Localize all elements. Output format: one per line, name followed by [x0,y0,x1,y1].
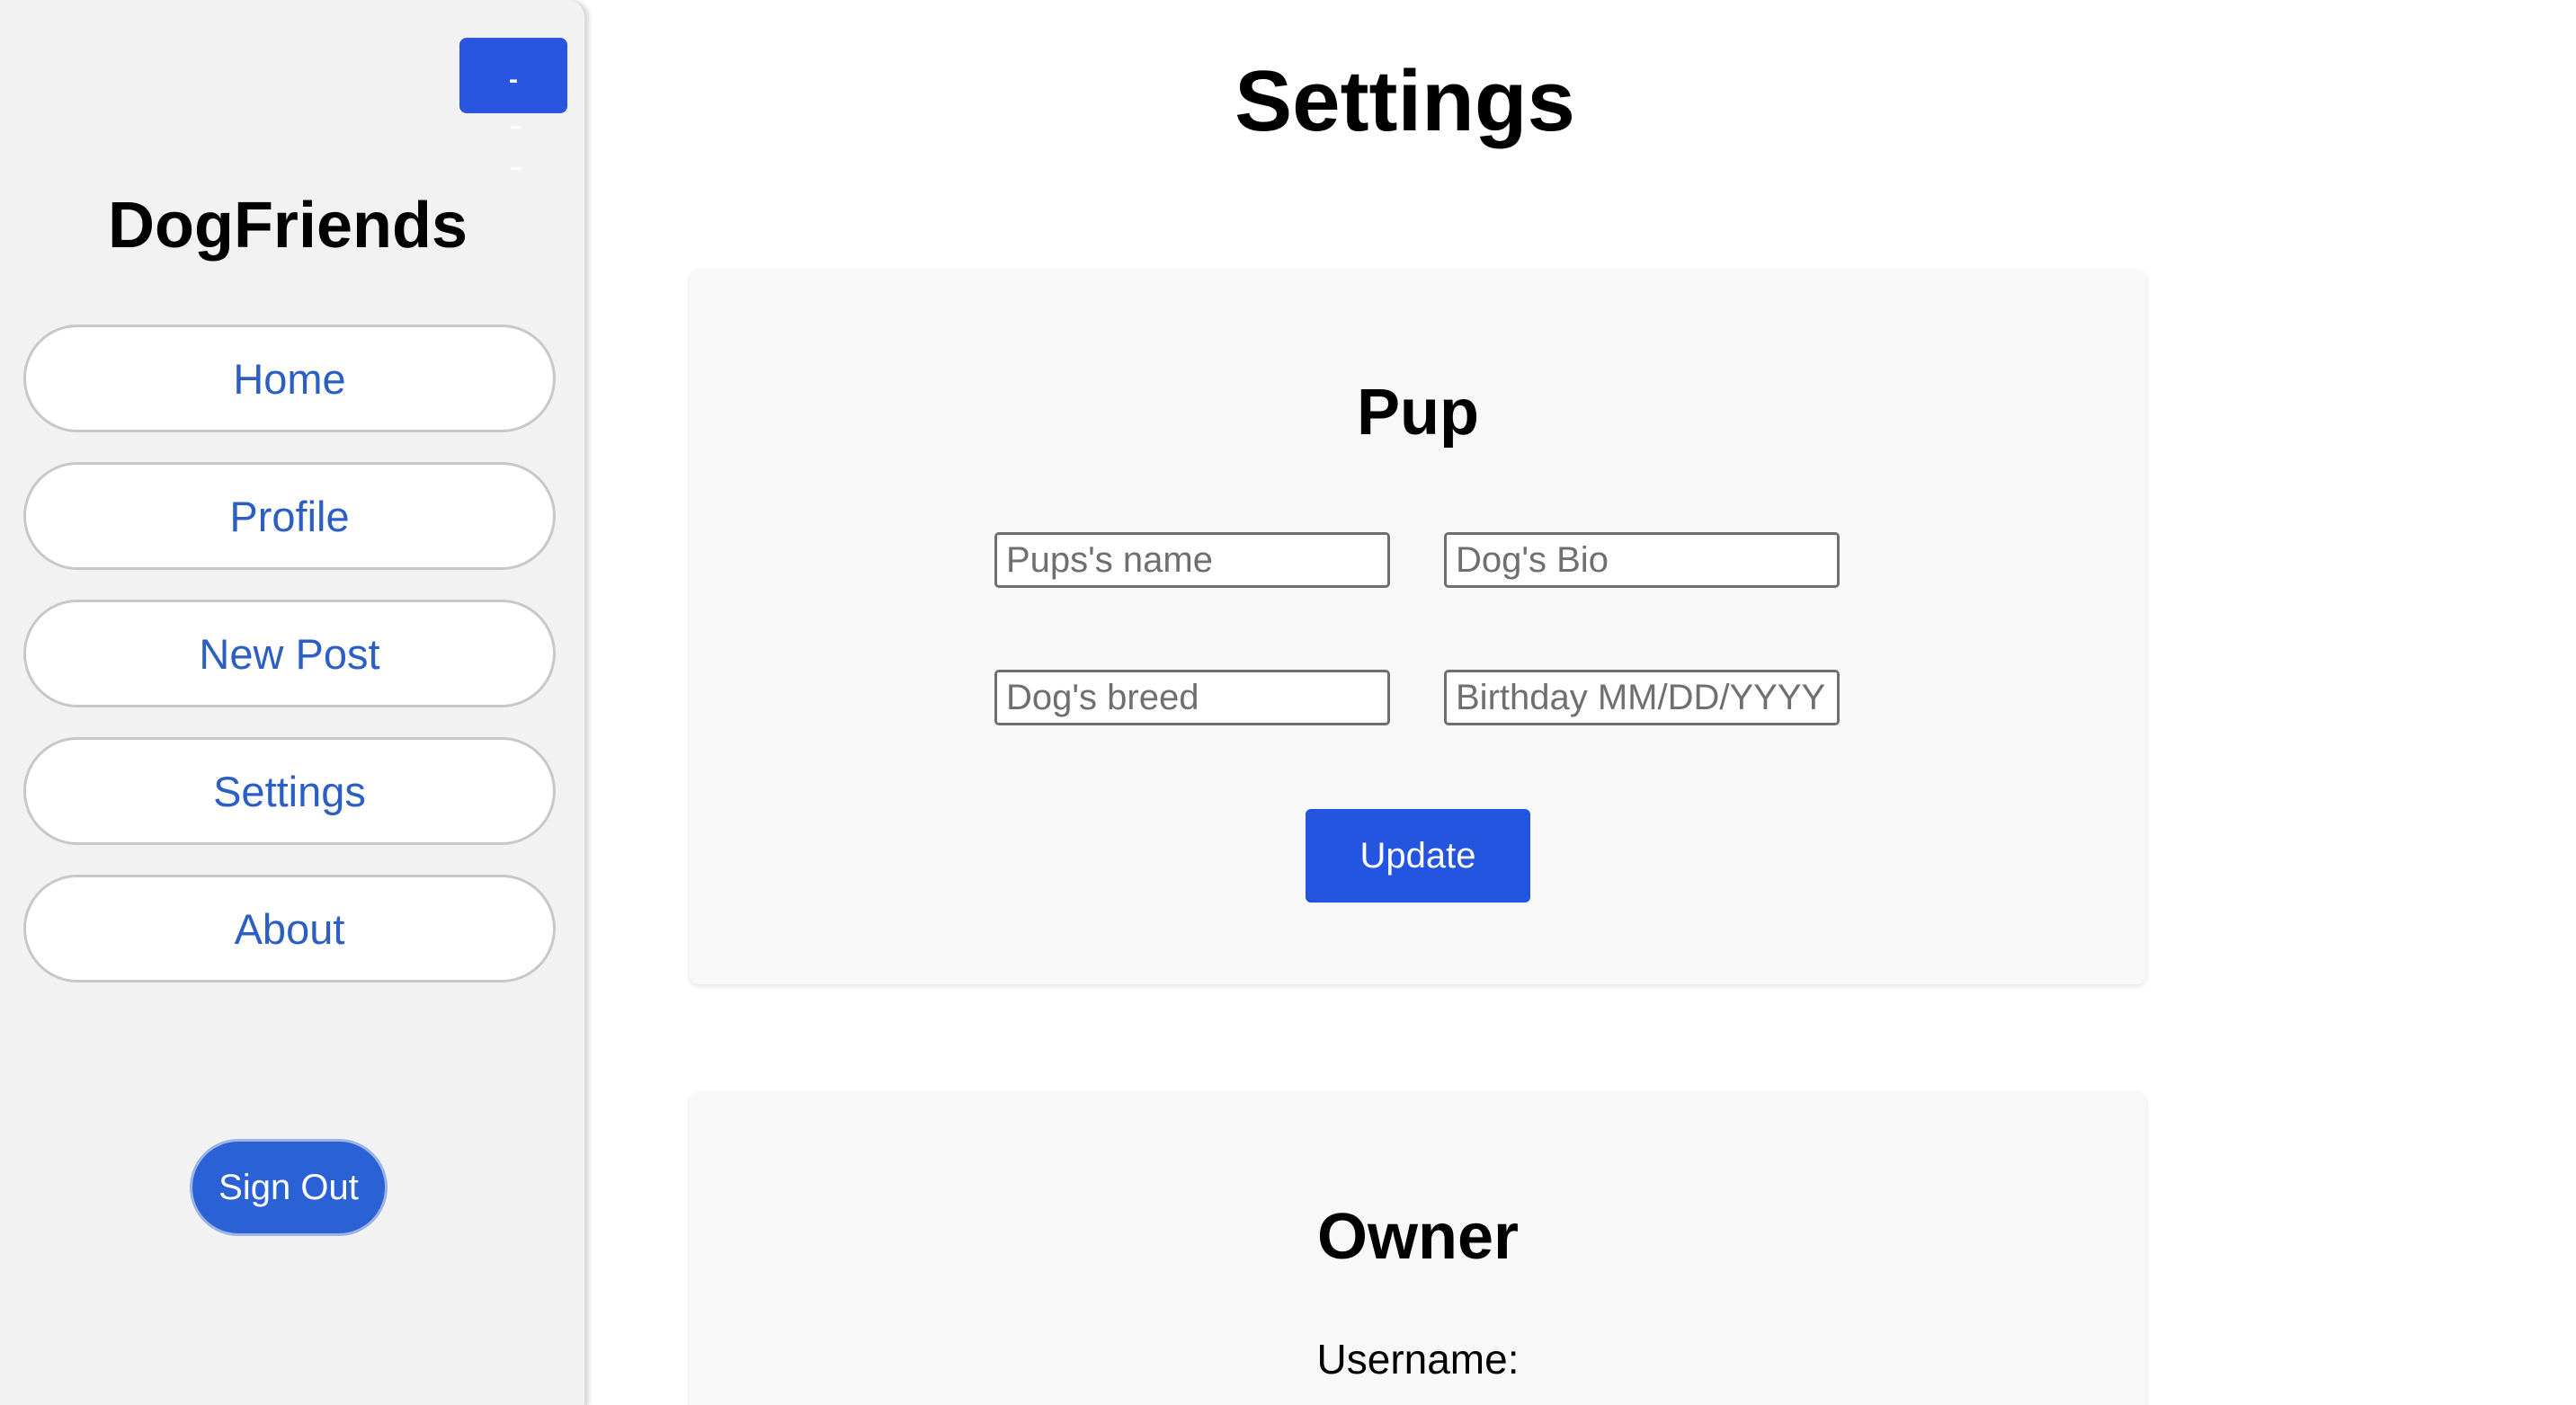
sidebar: - DogFriends Home Profile New Post Setti… [0,0,587,1405]
sign-out-button[interactable]: Sign Out [190,1139,388,1236]
nav-item-profile[interactable]: Profile [23,462,556,570]
update-button[interactable]: Update [1306,809,1530,903]
collapse-residue-mark [511,167,521,170]
nav-item-label: Profile [229,492,350,540]
collapse-label: - [509,64,518,94]
pup-settings-card: Pup Update [690,270,2146,984]
sidebar-nav: Home Profile New Post Settings About [23,325,556,1012]
dog-bio-input[interactable] [1444,532,1840,588]
nav-item-home[interactable]: Home [23,325,556,432]
owner-section-title: Owner [1316,1201,1520,1273]
nav-item-label: New Post [199,629,380,678]
nav-item-about[interactable]: About [23,875,556,983]
sidebar-collapse-button[interactable]: - [459,38,567,113]
collapse-residue-mark [511,126,521,129]
owner-settings-card: Owner Username: [690,1092,2146,1405]
nav-item-settings[interactable]: Settings [23,737,556,845]
nav-item-label: Home [233,354,346,403]
dog-birthday-input[interactable] [1444,670,1840,725]
nav-item-label: About [234,904,345,953]
nav-item-label: Settings [213,767,366,815]
app-root: - DogFriends Home Profile New Post Setti… [0,0,2576,1405]
pup-name-input[interactable] [994,532,1390,588]
username-label: Username: [1316,1336,1520,1383]
page-title: Settings [1235,53,1575,149]
pup-section-title: Pup [1357,377,1479,449]
sign-out-label: Sign Out [218,1167,359,1207]
app-brand: DogFriends [107,190,468,262]
nav-item-new-post[interactable]: New Post [23,600,556,707]
dog-breed-input[interactable] [994,670,1390,725]
